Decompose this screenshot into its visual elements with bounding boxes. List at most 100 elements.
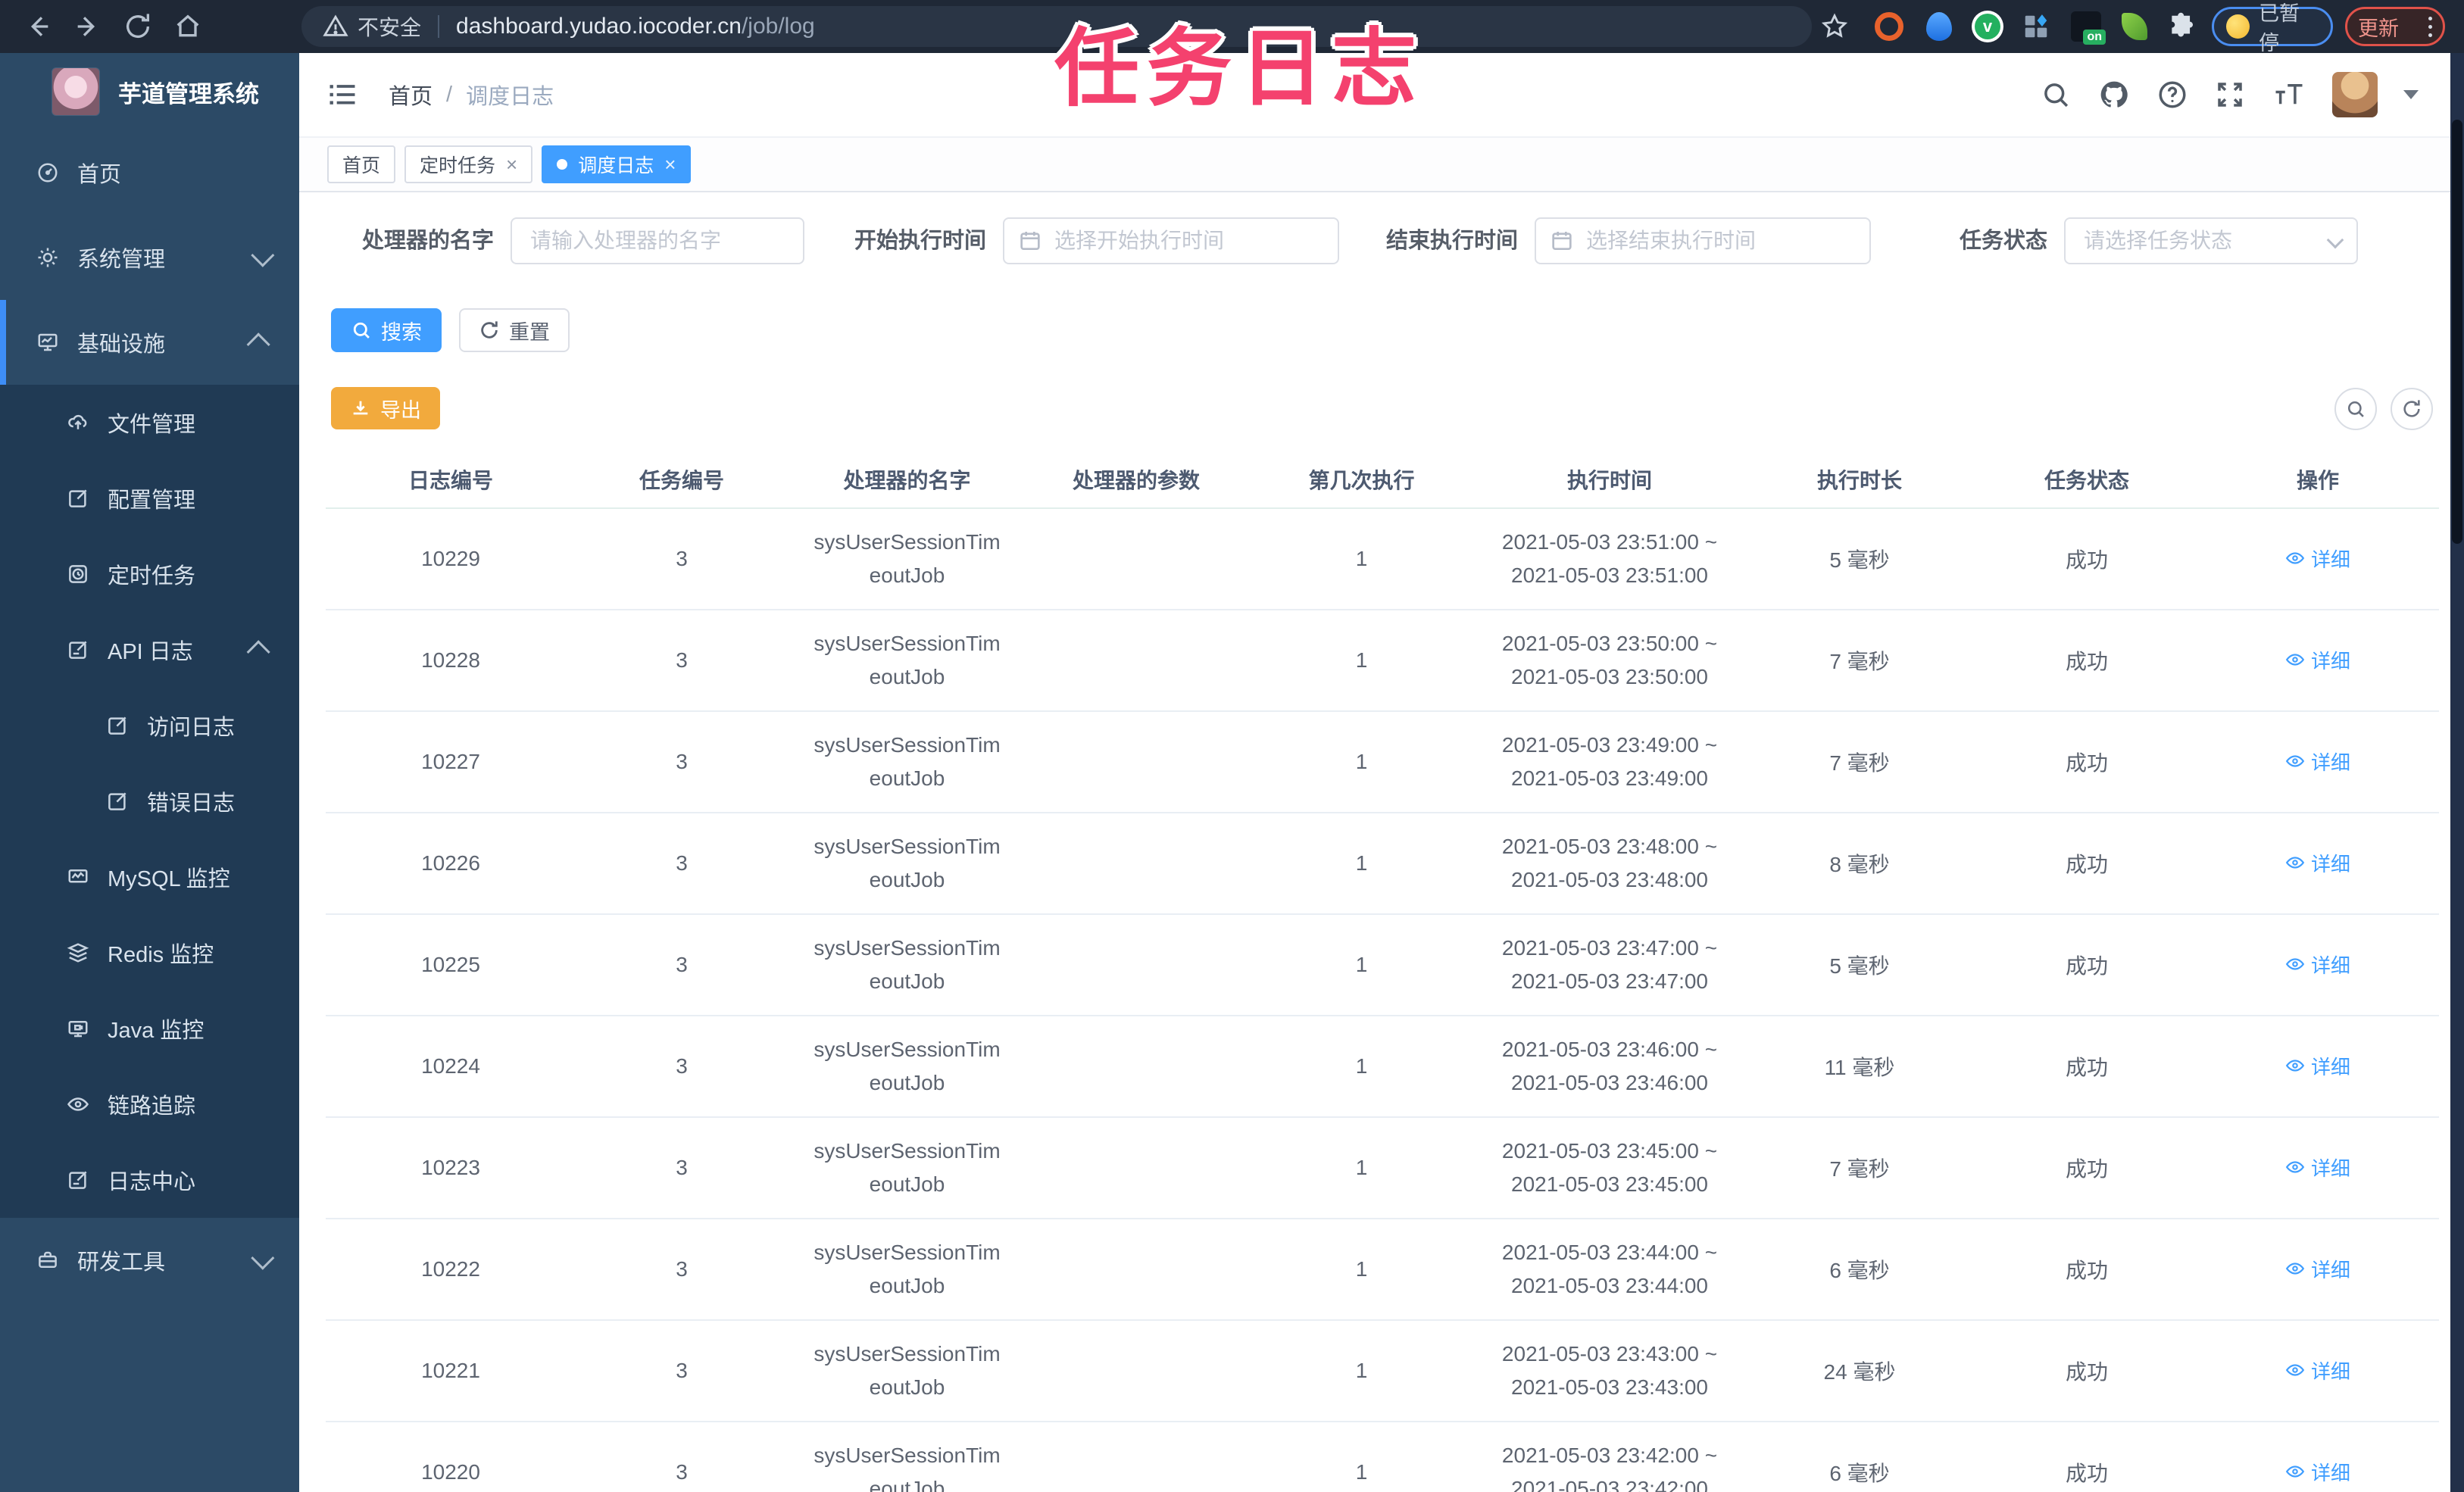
cell-duration: 8 毫秒 [1742, 813, 1977, 915]
browser-update-button[interactable]: 更新 [2345, 7, 2445, 46]
sidebar-item-label: 研发工具 [77, 1250, 166, 1275]
col-execute-index: 第几次执行 [1246, 451, 1477, 509]
tab-job-log[interactable]: 调度日志 × [542, 145, 692, 183]
page-scrollbar-thumb[interactable] [2452, 120, 2462, 544]
bookmark-star-icon[interactable] [1818, 10, 1851, 43]
cell-execute-index: 1 [1246, 508, 1477, 610]
sidebar-item-log-center[interactable]: 日志中心 [0, 1142, 299, 1218]
detail-link[interactable]: 详细 [2285, 1458, 2350, 1486]
export-button[interactable]: 导出 [331, 387, 440, 429]
handler-name-label: 处理器的名字 [361, 229, 494, 253]
col-status: 任务状态 [1977, 451, 2197, 509]
sidebar-item-home[interactable]: 首页 [0, 130, 299, 215]
toggle-search-button[interactable] [2334, 388, 2377, 430]
job-status-select[interactable] [2064, 217, 2358, 264]
eye-icon [2285, 1465, 2305, 1478]
cell-handler-name: sysUserSessionTim eoutJob [788, 508, 1026, 610]
extension-blue-icon[interactable] [1922, 10, 1956, 43]
cell-status: 成功 [1977, 813, 2197, 915]
sidebar-item-api-logs[interactable]: API 日志 [0, 612, 299, 688]
cell-job-id: 3 [576, 813, 788, 915]
chevron-down-icon [251, 243, 275, 267]
close-icon[interactable]: × [506, 155, 517, 174]
sidebar-item-config-management[interactable]: 配置管理 [0, 460, 299, 536]
extension-green-check-icon[interactable]: v [1971, 10, 2004, 43]
cell-log-id: 10222 [326, 1219, 576, 1321]
fullscreen-icon[interactable] [2214, 79, 2246, 111]
cell-duration: 5 毫秒 [1742, 914, 1977, 1016]
chevron-down-icon [251, 1246, 275, 1270]
breadcrumb-home[interactable]: 首页 [389, 79, 433, 111]
tab-scheduled-jobs[interactable]: 定时任务 × [404, 145, 533, 183]
help-icon[interactable] [2156, 79, 2188, 111]
detail-link[interactable]: 详细 [2285, 545, 2350, 573]
browser-menu-dots-icon[interactable] [2428, 16, 2432, 37]
sidebar-item-mysql-monitor[interactable]: MySQL 监控 [0, 839, 299, 915]
extension-on-badge-icon[interactable]: on [2069, 10, 2106, 45]
tab-label: 调度日志 [578, 155, 654, 176]
paused-extension-pill[interactable]: 已暂停 [2212, 2, 2333, 55]
tab-home[interactable]: 首页 [327, 145, 396, 183]
handler-name-field [511, 217, 804, 264]
cell-execute-index: 1 [1246, 1117, 1477, 1219]
sidebar-item-scheduled-jobs[interactable]: 定时任务 [0, 536, 299, 612]
update-label: 更新 [2358, 17, 2399, 40]
detail-link[interactable]: 详细 [2285, 1052, 2350, 1080]
detail-link[interactable]: 详细 [2285, 1153, 2350, 1181]
log-edit-icon [108, 792, 126, 810]
col-job-id: 任务编号 [576, 451, 788, 509]
search-icon[interactable] [2040, 79, 2072, 111]
cell-execute-time: 2021-05-03 23:45:00 ~ 2021-05-03 23:45:0… [1477, 1117, 1742, 1219]
extension-orange-icon[interactable] [1872, 10, 1906, 43]
sidebar-toggle-icon[interactable] [326, 78, 359, 111]
sidebar-item-system[interactable]: 系统管理 [0, 215, 299, 300]
detail-link[interactable]: 详细 [2285, 849, 2350, 877]
handler-name-input[interactable] [511, 217, 804, 264]
sidebar-item-redis-monitor[interactable]: Redis 监控 [0, 915, 299, 991]
detail-link[interactable]: 详细 [2285, 950, 2350, 979]
table-row: 10227 3 sysUserSessionTim eoutJob 1 2021… [326, 711, 2439, 813]
cell-handler-param [1026, 1422, 1246, 1492]
sidebar-item-java-monitor[interactable]: Java 监控 [0, 991, 299, 1066]
user-menu-caret-icon[interactable] [2403, 90, 2419, 99]
detail-link[interactable]: 详细 [2285, 1255, 2350, 1283]
log-edit-icon [69, 641, 87, 659]
sidebar-item-access-logs[interactable]: 访问日志 [0, 688, 299, 763]
browser-home-icon[interactable] [173, 11, 203, 42]
browser-reload-icon[interactable] [123, 11, 153, 42]
reset-button[interactable]: 重置 [459, 308, 570, 352]
start-time-input[interactable] [1003, 217, 1339, 264]
search-button[interactable]: 搜索 [331, 308, 442, 352]
sidebar-item-label: 系统管理 [77, 248, 166, 272]
user-avatar[interactable] [2332, 72, 2378, 117]
java-monitor-icon [68, 1021, 88, 1038]
github-icon[interactable] [2097, 78, 2131, 111]
sidebar-item-file-management[interactable]: 文件管理 [0, 385, 299, 460]
close-icon[interactable]: × [664, 155, 676, 174]
end-time-input[interactable] [1535, 217, 1871, 264]
extension-grid-icon[interactable] [2019, 10, 2053, 43]
sidebar-item-trace[interactable]: 链路追踪 [0, 1066, 299, 1142]
sidebar-item-dev-tools[interactable]: 研发工具 [0, 1218, 299, 1303]
sidebar-nav: 首页 系统管理 基础设施 文件管理 配置管理 定时任务 API 日志 访问日志 … [0, 130, 299, 1303]
detail-link[interactable]: 详细 [2285, 646, 2350, 674]
extension-leaf-icon[interactable] [2118, 10, 2151, 43]
cell-status: 成功 [1977, 1117, 2197, 1219]
cell-execute-index: 1 [1246, 610, 1477, 712]
refresh-table-button[interactable] [2391, 388, 2433, 430]
detail-link[interactable]: 详细 [2285, 748, 2350, 776]
reset-button-label: 重置 [509, 320, 550, 344]
end-time-label: 结束执行时间 [1386, 229, 1519, 253]
browser-back-icon[interactable] [23, 11, 53, 42]
cell-status: 成功 [1977, 1219, 2197, 1321]
sidebar-item-error-logs[interactable]: 错误日志 [0, 763, 299, 839]
font-size-icon[interactable] [2272, 79, 2306, 111]
browser-forward-icon[interactable] [73, 11, 103, 42]
col-handler-param: 处理器的参数 [1026, 451, 1246, 509]
extension-puzzle-icon[interactable] [2165, 10, 2198, 43]
cell-duration: 7 毫秒 [1742, 1117, 1977, 1219]
detail-link[interactable]: 详细 [2285, 1356, 2350, 1384]
sidebar-item-infrastructure[interactable]: 基础设施 [0, 300, 299, 385]
cell-execute-index: 1 [1246, 813, 1477, 915]
cell-job-id: 3 [576, 914, 788, 1016]
